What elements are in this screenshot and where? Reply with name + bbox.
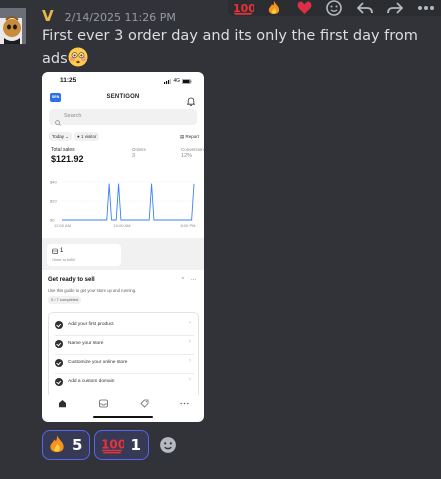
search-input[interactable]: Search (49, 109, 197, 126)
status-time: 11:25 (60, 77, 77, 84)
task-label: Name your store (68, 341, 104, 346)
message-header: V 2/14/2025 11:26 PM (42, 7, 176, 25)
chevron-right-icon: › (189, 320, 191, 326)
kpi-total-sales[interactable]: Total sales $121.92 (51, 147, 84, 164)
message-action-bar: 100 (228, 0, 441, 16)
image-attachment[interactable]: 11:25 4G SEN SENTIGON Search Today ⌄ ● 1… (42, 72, 204, 422)
hundred-points-emoji[interactable]: 100 (228, 0, 258, 16)
conversion-value: 12% (181, 153, 193, 159)
reactions-row: 5 100 1 (42, 430, 183, 460)
filter-today-label: Today (52, 134, 65, 139)
orders-value: 3 (132, 153, 136, 159)
more-icon[interactable] (411, 0, 441, 16)
chevron-right-icon: › (189, 358, 191, 364)
total-sales-value: $121.92 (51, 154, 84, 164)
chevron-right-icon: › (189, 377, 191, 383)
x-tick-label: 10:00 AM (114, 223, 131, 228)
user-avatar[interactable] (0, 8, 26, 44)
reaction-count: 1 (130, 436, 141, 454)
message-timestamp[interactable]: 2/14/2025 11:26 PM (65, 11, 176, 24)
series-line (62, 183, 195, 221)
x-tick-label: 8:00 PM (181, 223, 196, 228)
username[interactable]: V (42, 7, 54, 25)
check-circle-icon (55, 378, 63, 386)
battery-icon (182, 78, 192, 84)
add-reaction-icon (160, 437, 176, 453)
y-tick-label: $20 (50, 199, 57, 204)
x-tick-label: 12:00 AM (54, 223, 71, 228)
inbox-icon[interactable] (97, 397, 109, 409)
report-button[interactable]: ▤ Report (180, 132, 199, 141)
task-label: Add your first product (68, 322, 114, 327)
orders-to-fulfill-card[interactable]: 1 Order to fulfill (47, 244, 121, 266)
hundred-points-emoji: 100 (102, 437, 125, 454)
filters-row: Today ⌄ ● 1 visitor ▤ Report (49, 132, 199, 142)
reaction-hundred-points[interactable]: 100 1 (94, 430, 149, 460)
message-content: First ever 3 order day and its only the … (42, 26, 422, 70)
orders-to-fulfill-label: Order to fulfill (52, 258, 75, 262)
message-text-line2: ads (42, 51, 68, 67)
home-icon[interactable] (56, 397, 68, 409)
conversion-label: Conversion (181, 147, 204, 152)
forward-icon[interactable] (380, 0, 410, 16)
svg-text:100: 100 (102, 437, 125, 451)
kpi-conversion[interactable]: Conversion 12% (181, 147, 204, 159)
orders-to-fulfill-count-row: 1 (52, 248, 63, 254)
signal-icon (164, 78, 172, 84)
more-icon[interactable]: ··· (191, 277, 196, 283)
add-reaction-button[interactable] (153, 430, 183, 460)
task-item[interactable]: Name your store › (49, 335, 200, 354)
fire-emoji (50, 435, 64, 453)
status-icons: 4G (164, 78, 192, 84)
report-label: Report (185, 134, 199, 139)
guide-controls: ⌃ ··· (181, 277, 196, 283)
task-label: Customize your online store (68, 360, 128, 365)
setup-task-list: Add your first product › Name your store… (48, 312, 199, 400)
phone-status-bar: 11:25 4G (42, 72, 204, 90)
reaction-count: 5 (72, 436, 83, 454)
orders-to-fulfill-count: 1 (60, 248, 64, 254)
orders-icon (52, 248, 58, 254)
chevron-up-icon[interactable]: ⌃ (181, 277, 185, 283)
tag-icon[interactable] (138, 397, 150, 409)
check-circle-icon (55, 321, 63, 329)
total-sales-label: Total sales (51, 147, 75, 153)
flushed-face-emoji (68, 47, 88, 67)
y-tick-label: $40 (50, 180, 57, 185)
more-icon[interactable] (178, 397, 190, 409)
sales-line-chart: $40 $20 $012:00 AM 10:00 AM 8:00 PM (50, 180, 200, 228)
task-item[interactable]: Customize your online store › (49, 354, 200, 373)
filter-visitors[interactable]: ● 1 visitor (74, 132, 100, 141)
search-icon (55, 113, 61, 131)
task-item[interactable]: Add your first product › (49, 316, 200, 335)
guide-description: Use this guide to get your store up and … (48, 288, 137, 293)
guide-title: Get ready to sell (48, 277, 95, 283)
check-circle-icon (55, 340, 63, 348)
home-indicator (93, 416, 153, 418)
app-name: SENTIGON (106, 94, 140, 100)
task-label: Add a custom domain (68, 379, 115, 384)
reply-icon[interactable] (350, 0, 380, 16)
kpi-orders[interactable]: Orders 3 (132, 147, 146, 159)
heart-emoji[interactable] (289, 0, 319, 16)
fire-emoji[interactable] (258, 0, 288, 16)
network-label: 4G (173, 78, 180, 84)
search-placeholder: Search (64, 113, 82, 119)
app-tab-bar (42, 395, 204, 411)
task-item[interactable]: Add a custom domain › (49, 373, 200, 392)
check-circle-icon (55, 359, 63, 367)
chevron-right-icon: › (189, 339, 191, 345)
y-tick-label: $0 (50, 218, 55, 223)
filter-visitors-label: 1 visitor (80, 134, 97, 139)
reaction-fire[interactable]: 5 (42, 430, 91, 460)
orders-label: Orders (132, 147, 146, 152)
filter-today[interactable]: Today ⌄ (49, 132, 73, 141)
add-reaction-icon[interactable] (319, 0, 349, 16)
message-text-line1: First ever 3 order day and its only the … (42, 28, 418, 44)
guide-progress: 0 / 7 completed (48, 296, 82, 304)
